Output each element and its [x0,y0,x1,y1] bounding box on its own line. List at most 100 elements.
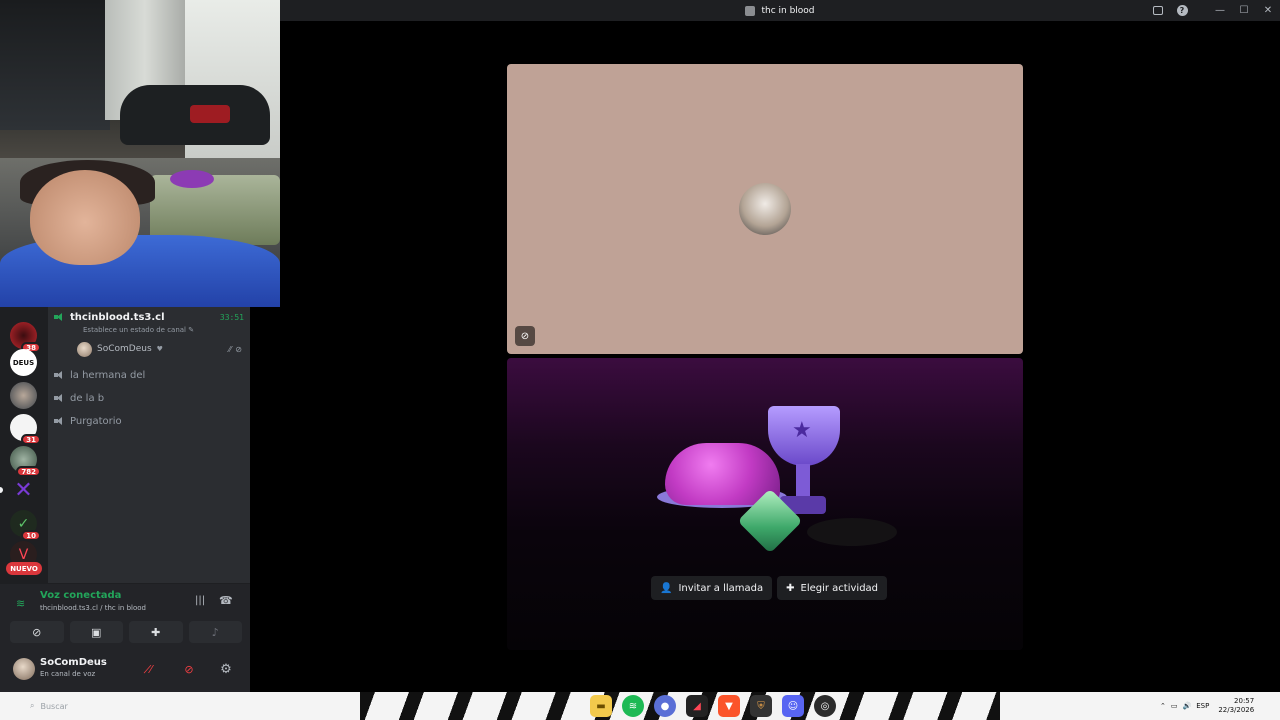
participant-tile[interactable]: ⊘ [507,64,1023,354]
mic-muted-icon: ⁄̸ [150,662,152,676]
voice-connected-subtitle[interactable]: thcinblood.ts3.cl / thc in blood [40,604,146,612]
member-name: SoComDeus [97,344,152,354]
valorant-x-icon: ✕ [14,478,33,503]
window-title: thc in blood [280,0,1280,21]
server-icon-3[interactable] [10,382,37,409]
activity-tile: ★ 👤 Invitar a llamada ✚ Elegir actividad [507,358,1023,650]
invite-to-call-button[interactable]: 👤 Invitar a llamada [651,576,773,600]
trophy-cup: ★ [768,406,840,466]
spotify-icon[interactable]: ≋ [622,695,644,717]
chevron-up-icon[interactable]: ⌃ [1160,702,1166,710]
minimize-button[interactable]: — [1208,0,1232,21]
steam-icon[interactable]: ◎ [814,695,836,717]
gear-icon: ⚙ [220,661,232,677]
brave-icon[interactable]: ▼ [718,695,740,717]
choose-activity-button[interactable]: ✚ Elegir actividad [777,576,888,600]
user-name[interactable]: SoComDeus [40,657,107,668]
title-bar: thc in blood ? — ☐ ✕ [280,0,1280,21]
speaker-icon [54,393,64,403]
noise-suppression-icon[interactable]: ||| [195,595,205,606]
search-placeholder: Buscar [40,701,68,711]
server-icon-4[interactable]: 31 [10,414,41,445]
channel-list: thcinblood.ts3.cl 33:51 Establece un est… [48,307,250,583]
system-tray: ⌃ ▭ 🔊 ESP 20:57 22/3/2026 [1160,692,1280,720]
server-icon-7[interactable]: ✓ 10 [10,510,41,541]
clock-date: 22/3/2026 [1218,706,1255,714]
soundboard-icon: ♪ [211,625,219,639]
user-panel: SoComDeus En canal de voz ⁄̸ ⊘ ⚙ [0,647,250,692]
app-icon[interactable]: ● [654,695,676,717]
disconnect-icon[interactable]: ☎ [219,594,233,607]
deafen-button[interactable]: ⊘ [174,659,204,679]
taskbar: ⌕ Buscar ▬ ≋ ● ◢ ▼ ⛨ ☺ ◎ ⌃ ▭ 🔊 ESP 20:57… [0,692,1280,720]
valorant-icon[interactable]: ◢ [686,695,708,717]
channel-item[interactable]: la hermana del [54,365,244,385]
soundboard-button[interactable]: ♪ [188,621,242,643]
minimize-icon: — [1215,5,1225,16]
channel-icon [745,5,756,16]
webcam-overlay [0,0,280,307]
discord-icon[interactable]: ☺ [782,695,804,717]
speaker-icon [54,312,64,322]
help-button[interactable]: ? [1170,0,1194,21]
activities-icon: ✚ [151,625,161,639]
camera-off-indicator-icon: ⊘ [515,326,535,346]
close-icon: ✕ [1263,5,1273,16]
active-voice-row: thcinblood.ts3.cl 33:51 [54,307,244,327]
mic-muted-icon: ⁄⁄ [228,344,232,354]
star-icon: ★ [792,418,812,443]
connection-signal-icon[interactable]: ≋ [16,597,25,610]
camera-off-icon: ⊘ [32,625,42,639]
screen-share-button[interactable]: ▣ [69,621,123,643]
server-icon-5[interactable]: 782 [10,446,41,477]
participant-avatar [739,183,791,235]
voice-stage: ⊘ ★ 👤 Invitar a llamada ✚ Elegir activid… [280,21,1280,692]
voice-connected-panel: ≋ Voz conectada thcinblood.ts3.cl / thc … [0,583,250,647]
inbox-button[interactable] [1146,0,1170,21]
server-avatar [10,382,37,409]
help-icon: ? [1176,5,1188,16]
taskbar-search[interactable]: ⌕ Buscar [30,692,180,720]
channel-item[interactable]: de la b [54,388,244,408]
shield-icon[interactable]: ⛨ [750,695,772,717]
language-indicator[interactable]: ESP [1196,702,1209,710]
volume-icon[interactable]: 🔊 [1183,702,1192,710]
trophy-stem [796,464,810,499]
voice-member[interactable]: SoComDeus ♥ ⁄⁄ ⊘ [77,340,242,358]
network-icon[interactable]: ▭ [1171,702,1178,710]
voice-connection-header: ≋ Voz conectada thcinblood.ts3.cl / thc … [10,590,242,616]
voice-action-buttons: ⊘ ▣ ✚ ♪ [10,621,242,643]
channel-label: de la b [70,392,105,404]
camera-off-button[interactable]: ⊘ [10,621,64,643]
server-icon-1[interactable]: 38 [10,322,41,353]
voice-connected-title[interactable]: Voz conectada [40,590,121,601]
file-explorer-icon[interactable]: ▬ [590,695,612,717]
activities-button[interactable]: ✚ [129,621,183,643]
close-button[interactable]: ✕ [1256,0,1280,21]
taskbar-apps: ▬ ≋ ● ◢ ▼ ⛨ ☺ ◎ [590,695,836,717]
channel-status[interactable]: Establece un estado de canal ✎ [83,326,194,334]
channel-status-text: Establece un estado de canal [83,326,187,334]
discord-app: thc in blood ? — ☐ ✕ 38 DEUS 31 782 ✕ ✓ … [0,0,1280,720]
member-badge-icon: ♥ [156,345,163,353]
new-badge[interactable]: NUEVO [6,562,42,575]
speaker-icon [54,370,64,380]
activities-icon: ✚ [786,582,795,594]
channel-item[interactable]: Purgatorio [54,411,244,431]
mention-badge: 31 [21,434,41,445]
clock[interactable]: 20:57 22/3/2026 [1218,697,1254,715]
webcam-face [30,170,140,265]
voice-channel-name: thcinblood.ts3.cl [70,311,165,323]
invite-label: Invitar a llamada [678,582,764,594]
mute-button[interactable]: ⁄̸ [136,659,166,679]
webcam-window [0,0,110,130]
settings-button[interactable]: ⚙ [216,659,236,679]
server-icon-6[interactable]: ✕ [10,477,37,504]
maximize-button[interactable]: ☐ [1232,0,1256,21]
webcam-object [190,105,230,123]
server-icon-deus[interactable]: DEUS [10,349,37,376]
screen-share-icon: ▣ [91,625,102,639]
active-voice-channel[interactable]: thcinblood.ts3.cl 33:51 Establece un est… [54,309,244,337]
avatar [77,341,92,357]
avatar[interactable] [13,658,35,680]
